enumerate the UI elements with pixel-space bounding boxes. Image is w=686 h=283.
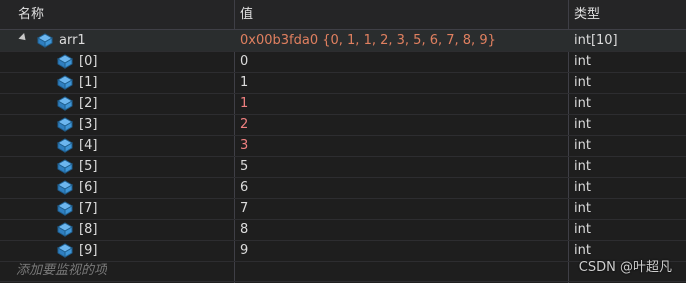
watch-item-type: int: [574, 54, 591, 69]
column-header-name[interactable]: 名称: [18, 0, 44, 29]
column-header-value[interactable]: 值: [240, 0, 253, 29]
watch-item-value[interactable]: 9: [240, 240, 248, 261]
watch-item-value[interactable]: 3: [240, 135, 248, 156]
watch-item-name: [5]: [79, 159, 98, 174]
watch-item-type: int: [574, 201, 591, 216]
variable-icon: [56, 117, 74, 132]
watch-item-value[interactable]: 0: [240, 51, 248, 72]
watch-item-value[interactable]: 6: [240, 177, 248, 198]
collapse-arrow-icon[interactable]: [18, 33, 29, 43]
variable-icon: [36, 33, 54, 48]
variable-icon: [56, 243, 74, 258]
watch-row-item[interactable]: [6] 6 int: [0, 177, 686, 199]
variable-icon: [56, 96, 74, 111]
watch-row-item[interactable]: [2] 1 int: [0, 93, 686, 115]
watch-row-item[interactable]: [3] 2 int: [0, 114, 686, 136]
watch-row-arr1[interactable]: arr1 0x00b3fda0 {0, 1, 1, 2, 3, 5, 6, 7,…: [0, 30, 686, 52]
watch-item-name: [2]: [79, 96, 98, 111]
watch-item-name: [0]: [79, 54, 98, 69]
watch-row-item[interactable]: [5] 5 int: [0, 156, 686, 178]
watch-item-name: [3]: [79, 117, 98, 132]
watch-item-type: int: [574, 159, 591, 174]
watch-item-type: int: [574, 75, 591, 90]
watch-item-name: [4]: [79, 138, 98, 153]
watch-row-item[interactable]: [1] 1 int: [0, 72, 686, 94]
watch-row-item[interactable]: [0] 0 int: [0, 51, 686, 73]
watch-item-value[interactable]: 5: [240, 156, 248, 177]
watch-item-name: [1]: [79, 75, 98, 90]
watch-item-value[interactable]: 2: [240, 114, 248, 135]
column-header-row: 名称 值 类型: [0, 0, 686, 30]
watch-row-item[interactable]: [4] 3 int: [0, 135, 686, 157]
watch-value[interactable]: 0x00b3fda0 {0, 1, 1, 2, 3, 5, 6, 7, 8, 9…: [240, 30, 496, 51]
watch-item-type: int: [574, 180, 591, 195]
watch-item-type: int: [574, 138, 591, 153]
variable-icon: [56, 180, 74, 195]
watch-item-value[interactable]: 7: [240, 198, 248, 219]
variable-icon: [56, 75, 74, 90]
variable-icon: [56, 54, 74, 69]
watch-row-item[interactable]: [7] 7 int: [0, 198, 686, 220]
watch-window: 名称 值 类型 arr1 0x00b3fda0 {0, 1, 1, 2, 3, …: [0, 0, 686, 283]
watch-item-value[interactable]: 1: [240, 72, 248, 93]
watch-item-value[interactable]: 1: [240, 93, 248, 114]
variable-icon: [56, 222, 74, 237]
watch-item-value[interactable]: 8: [240, 219, 248, 240]
watch-item-name: [7]: [79, 201, 98, 216]
watch-item-name: [6]: [79, 180, 98, 195]
watch-item-name: [8]: [79, 222, 98, 237]
watch-item-type: int: [574, 96, 591, 111]
watch-row-item[interactable]: [8] 8 int: [0, 219, 686, 241]
watch-type: int[10]: [574, 33, 618, 48]
column-header-type[interactable]: 类型: [574, 0, 600, 29]
variable-icon: [56, 159, 74, 174]
watch-item-type: int: [574, 117, 591, 132]
add-watch-input[interactable]: 添加要监视的项: [16, 260, 107, 281]
watch-item-name: [9]: [79, 243, 98, 258]
watermark: CSDN @叶超凡: [578, 260, 672, 275]
variable-icon: [56, 138, 74, 153]
watch-name: arr1: [59, 33, 86, 48]
variable-icon: [56, 201, 74, 216]
watch-item-type: int: [574, 222, 591, 237]
